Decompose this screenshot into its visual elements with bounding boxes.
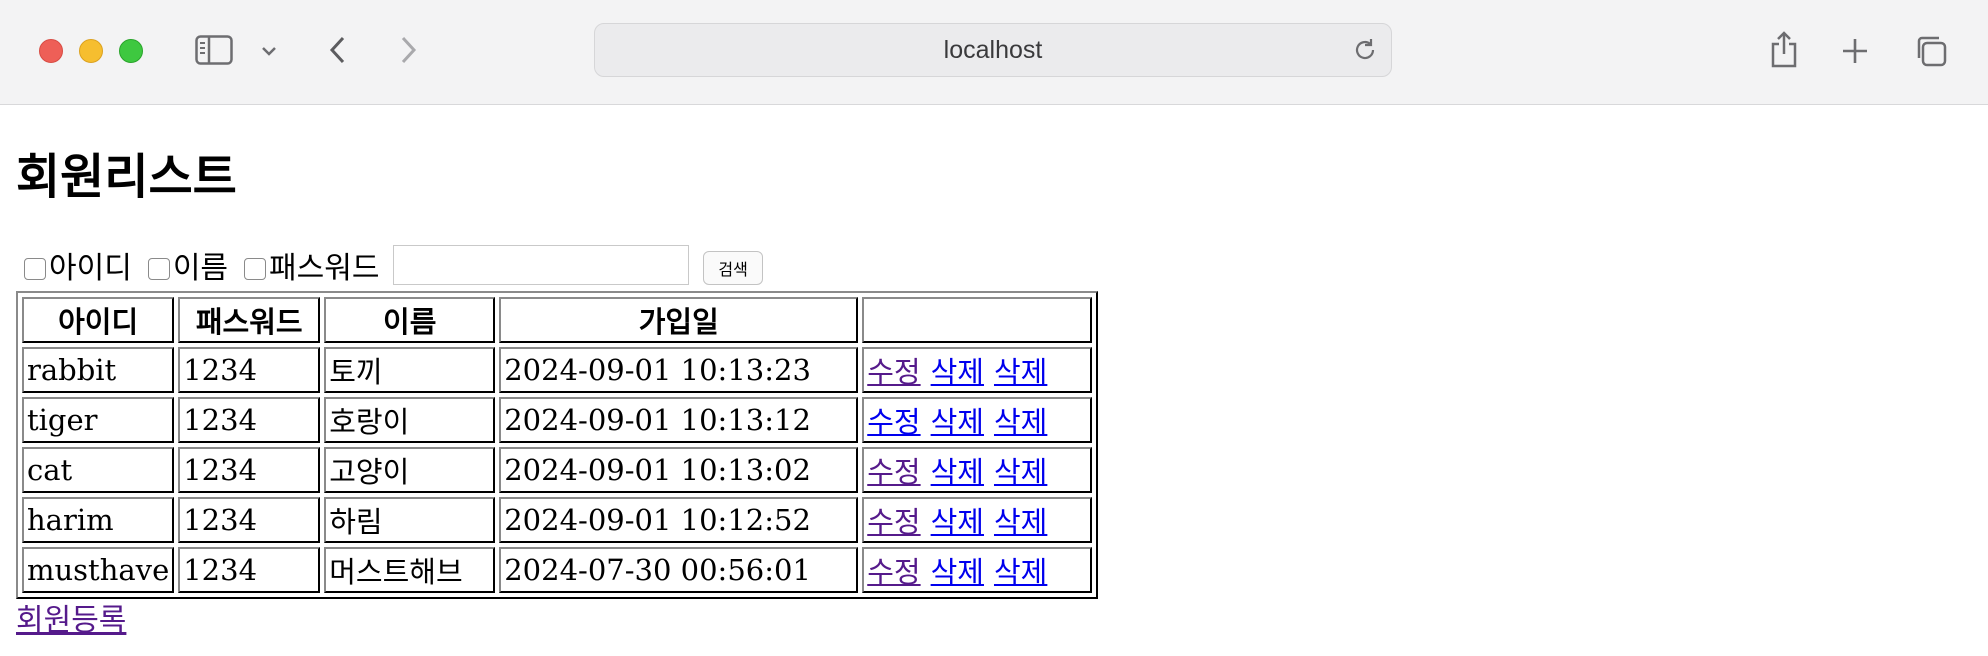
cell-password: 1234 [178,447,321,493]
page-title: 회원리스트 [16,149,237,205]
column-header-joined: 가입일 [499,297,859,343]
table-row: harim 1234 하림 2024-09-01 10:12:52 수정 삭제 삭제 [22,497,1093,543]
checkbox-password-group[interactable]: 패스워드 [240,243,379,287]
tab-overview-icon[interactable] [1912,32,1950,70]
cell-actions: 수정 삭제 삭제 [862,397,1093,443]
cell-id: harim [22,497,175,543]
address-bar-url: localhost [943,35,1043,64]
cell-password: 1234 [178,397,321,443]
cell-joined: 2024-09-01 10:13:12 [499,397,859,443]
delete-link-2[interactable]: 삭제 [994,355,1047,389]
table-row: cat 1234 고양이 2024-09-01 10:13:02 수정 삭제 삭제 [22,447,1093,493]
delete-link[interactable]: 삭제 [931,505,984,539]
checkbox-name-group[interactable]: 이름 [144,243,228,287]
checkbox-id[interactable] [24,258,46,280]
cell-name: 하림 [324,497,496,543]
search-button[interactable]: 검색 [703,251,763,285]
column-header-name: 이름 [324,297,496,343]
cell-id: cat [22,447,175,493]
column-header-id: 아이디 [22,297,175,343]
table-header-row: 아이디 패스워드 이름 가입일 [22,297,1093,343]
delete-link-2[interactable]: 삭제 [994,455,1047,489]
register-member-link[interactable]: 회원등록 [16,595,126,639]
cell-password: 1234 [178,497,321,543]
share-icon[interactable] [1766,28,1802,72]
cell-joined: 2024-09-01 10:13:23 [499,347,859,393]
cell-actions: 수정 삭제 삭제 [862,497,1093,543]
edit-link[interactable]: 수정 [867,555,920,589]
cell-password: 1234 [178,547,321,593]
checkbox-id-label: 아이디 [49,251,132,286]
column-header-actions [862,297,1093,343]
new-tab-icon[interactable] [1838,34,1872,68]
cell-name: 토끼 [324,347,496,393]
cell-id: rabbit [22,347,175,393]
delete-link-2[interactable]: 삭제 [994,405,1047,439]
chevron-down-icon[interactable] [258,40,280,62]
delete-link-2[interactable]: 삭제 [994,505,1047,539]
delete-link-2[interactable]: 삭제 [994,555,1047,589]
member-table: 아이디 패스워드 이름 가입일 rabbit 1234 토끼 2024-09-0… [16,291,1099,599]
cell-password: 1234 [178,347,321,393]
checkbox-id-group[interactable]: 아이디 [20,243,132,287]
checkbox-name-label: 이름 [172,251,229,286]
checkbox-password[interactable] [244,258,267,280]
close-window-button[interactable] [39,39,63,63]
checkbox-name[interactable] [147,258,170,280]
checkbox-password-label: 패스워드 [269,251,380,286]
minimize-window-button[interactable] [79,39,103,63]
back-icon[interactable] [322,32,352,68]
table-row: tiger 1234 호랑이 2024-09-01 10:13:12 수정 삭제 삭… [22,397,1093,443]
cell-actions: 수정 삭제 삭제 [862,447,1093,493]
cell-name: 머스트해브 [324,547,496,593]
cell-joined: 2024-09-01 10:12:52 [499,497,859,543]
reload-icon[interactable] [1349,34,1381,66]
page-content: 회원리스트 아이디 이름 패스워드 검색 아이디 패스워드 이름 가입일 rab… [0,105,1988,656]
sidebar-toggle-icon[interactable] [194,32,234,68]
cell-joined: 2024-07-30 00:56:01 [499,547,859,593]
table-row: rabbit 1234 토끼 2024-09-01 10:13:23 수정 삭제 삭… [22,347,1093,393]
delete-link[interactable]: 삭제 [931,555,984,589]
column-header-password: 패스워드 [178,297,321,343]
cell-joined: 2024-09-01 10:13:02 [499,447,859,493]
forward-icon[interactable] [394,32,424,68]
delete-link[interactable]: 삭제 [931,355,984,389]
cell-id: tiger [22,397,175,443]
edit-link[interactable]: 수정 [867,355,920,389]
browser-toolbar: localhost [0,0,1988,105]
edit-link[interactable]: 수정 [867,405,920,439]
delete-link[interactable]: 삭제 [931,455,984,489]
delete-link[interactable]: 삭제 [931,405,984,439]
cell-actions: 수정 삭제 삭제 [862,347,1093,393]
cell-id: musthave [22,547,175,593]
edit-link[interactable]: 수정 [867,455,920,489]
edit-link[interactable]: 수정 [867,505,920,539]
cell-actions: 수정 삭제 삭제 [862,547,1093,593]
address-bar[interactable]: localhost [594,23,1392,77]
search-form: 아이디 이름 패스워드 검색 [20,243,763,287]
table-row: musthave 1234 머스트해브 2024-07-30 00:56:01 … [22,547,1093,593]
cell-name: 고양이 [324,447,496,493]
maximize-window-button[interactable] [119,39,143,63]
search-input[interactable] [393,245,690,285]
cell-name: 호랑이 [324,397,496,443]
